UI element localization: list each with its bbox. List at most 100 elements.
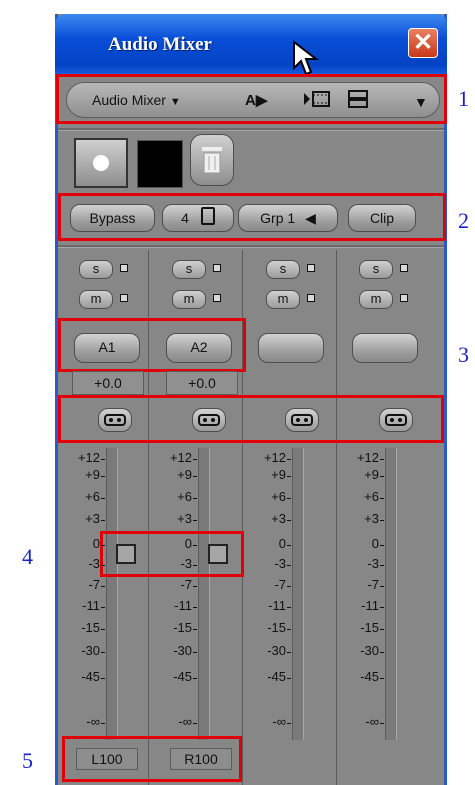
db-tick-mark <box>380 498 384 499</box>
solo-button[interactable]: s <box>79 260 113 279</box>
color-swatch[interactable] <box>137 140 183 188</box>
db-tick-label: -45 <box>81 669 100 684</box>
db-tick-mark <box>193 565 197 566</box>
annotation-3: 3 <box>458 342 469 367</box>
separator <box>58 245 444 248</box>
mute-indicator-icon <box>307 294 315 302</box>
record-button[interactable] <box>74 138 128 188</box>
db-tick-label: +9 <box>85 467 100 482</box>
db-tick-label: 0 <box>184 536 192 551</box>
db-tick-mark <box>193 723 197 724</box>
db-tick-label: -3 <box>367 556 379 571</box>
track-1-fader-track[interactable] <box>106 448 118 740</box>
annotation-5: 5 <box>22 748 33 773</box>
db-tick-mark <box>287 607 291 608</box>
db-tick-label: +6 <box>271 489 286 504</box>
db-tick-mark <box>287 629 291 630</box>
db-tick-mark <box>380 678 384 679</box>
db-tick-mark <box>287 476 291 477</box>
solo-button[interactable]: s <box>172 260 206 279</box>
db-tick-mark <box>101 652 105 653</box>
db-tick-label: -11 <box>174 598 192 613</box>
db-tick-mark <box>193 629 197 630</box>
db-tick-label: -11 <box>268 598 286 613</box>
db-tick-label: -45 <box>267 669 286 684</box>
db-tick-mark <box>101 520 105 521</box>
db-tick-mark <box>193 652 197 653</box>
mute-button[interactable]: m <box>79 290 113 309</box>
track-1-gain[interactable]: +0.0 <box>72 371 144 395</box>
db-tick-label: +12 <box>169 450 192 465</box>
highlight-box-2 <box>58 193 446 241</box>
separator <box>58 128 444 131</box>
db-tick-label: 0 <box>371 536 379 551</box>
mute-button[interactable]: m <box>266 290 300 309</box>
db-tick-mark <box>193 607 197 608</box>
db-tick-mark <box>380 459 384 460</box>
solo-button[interactable]: s <box>359 260 393 279</box>
delete-button[interactable] <box>190 134 234 186</box>
close-button[interactable]: ✕ <box>408 28 438 58</box>
db-tick-mark <box>101 498 105 499</box>
db-tick-mark <box>380 629 384 630</box>
mute-button[interactable]: m <box>172 290 206 309</box>
record-dot-icon <box>93 155 109 171</box>
db-tick-label: -15 <box>360 620 379 635</box>
db-tick-label: +3 <box>85 511 100 526</box>
db-tick-mark <box>193 586 197 587</box>
db-tick-label: -∞ <box>178 714 192 729</box>
db-tick-mark <box>287 652 291 653</box>
db-tick-mark <box>380 565 384 566</box>
db-tick-mark <box>380 652 384 653</box>
db-tick-label: -7 <box>274 577 286 592</box>
db-tick-mark <box>101 459 105 460</box>
highlight-box-1 <box>56 74 447 124</box>
db-tick-label: +3 <box>271 511 286 526</box>
solo-indicator-icon <box>307 264 315 272</box>
annotation-2: 2 <box>458 208 469 233</box>
db-tick-mark <box>287 545 291 546</box>
db-tick-label: +3 <box>177 511 192 526</box>
db-tick-mark <box>287 723 291 724</box>
db-tick-mark <box>101 545 105 546</box>
annotation-4: 4 <box>22 544 33 569</box>
db-tick-label: +12 <box>77 450 100 465</box>
db-tick-mark <box>193 459 197 460</box>
db-tick-mark <box>287 459 291 460</box>
db-tick-mark <box>193 476 197 477</box>
track-4-fader-track[interactable] <box>385 448 397 740</box>
db-tick-label: -3 <box>88 556 100 571</box>
solo-button[interactable]: s <box>266 260 300 279</box>
db-tick-label: -45 <box>173 669 192 684</box>
track-2-fader-track[interactable] <box>198 448 210 740</box>
db-tick-mark <box>193 545 197 546</box>
track-2-gain[interactable]: +0.0 <box>166 371 238 395</box>
db-tick-label: -45 <box>360 669 379 684</box>
track-name-button-3[interactable] <box>258 333 324 363</box>
db-tick-label: -11 <box>82 598 100 613</box>
db-tick-mark <box>287 520 291 521</box>
db-tick-label: +6 <box>85 489 100 504</box>
mute-button[interactable]: m <box>359 290 393 309</box>
db-tick-mark <box>380 545 384 546</box>
db-tick-mark <box>101 629 105 630</box>
db-tick-label: 0 <box>92 536 100 551</box>
db-tick-label: -30 <box>360 643 379 658</box>
db-tick-label: +6 <box>177 489 192 504</box>
mute-indicator-icon <box>120 294 128 302</box>
window-title: Audio Mixer <box>108 34 212 55</box>
db-tick-mark <box>287 565 291 566</box>
db-tick-mark <box>193 520 197 521</box>
db-tick-mark <box>287 586 291 587</box>
highlight-box-tape <box>58 395 444 443</box>
solo-indicator-icon <box>400 264 408 272</box>
db-tick-mark <box>380 586 384 587</box>
track-3-fader-track[interactable] <box>292 448 304 740</box>
db-tick-mark <box>380 723 384 724</box>
db-tick-mark <box>101 476 105 477</box>
highlight-box-5 <box>62 736 242 782</box>
solo-indicator-icon <box>120 264 128 272</box>
track-name-button-4[interactable] <box>352 333 418 363</box>
db-tick-label: -7 <box>88 577 100 592</box>
db-tick-mark <box>101 586 105 587</box>
